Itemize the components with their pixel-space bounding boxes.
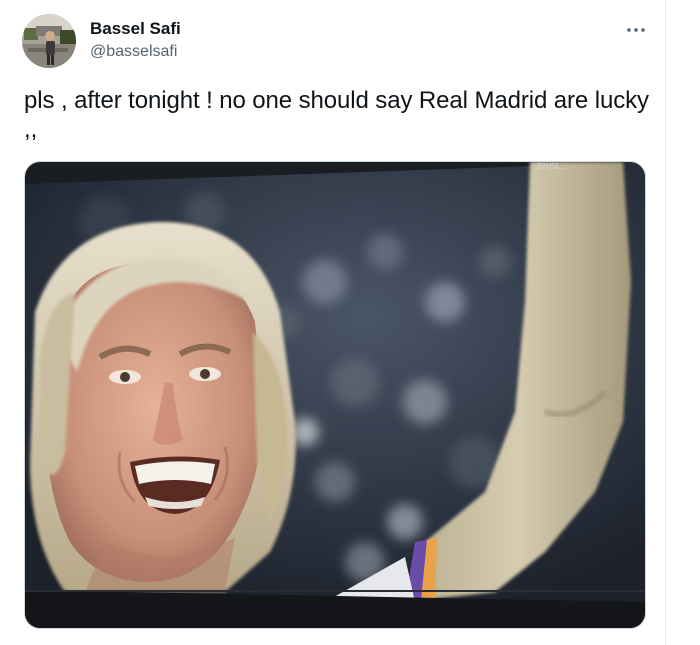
sidebar-edge [666,0,700,645]
author-display-name[interactable]: Bassel Safi [90,18,181,40]
avatar-photo-icon [22,14,76,68]
author-avatar[interactable] [22,14,76,68]
photo-overlay-text: ENGL... [537,162,569,171]
more-options-button[interactable] [620,16,652,44]
tweet-media-photo[interactable]: ENGL... [24,161,646,629]
tweet-text: pls , after tonight ! no one should say … [24,87,649,143]
photo-content-image [25,162,645,628]
more-options-icon [627,28,645,32]
author-name-block: Bassel Safi @basselsafi [90,18,181,63]
author-handle[interactable]: @basselsafi [90,41,181,63]
tweet-page: Bassel Safi @basselsafi pls , after toni… [0,0,700,645]
